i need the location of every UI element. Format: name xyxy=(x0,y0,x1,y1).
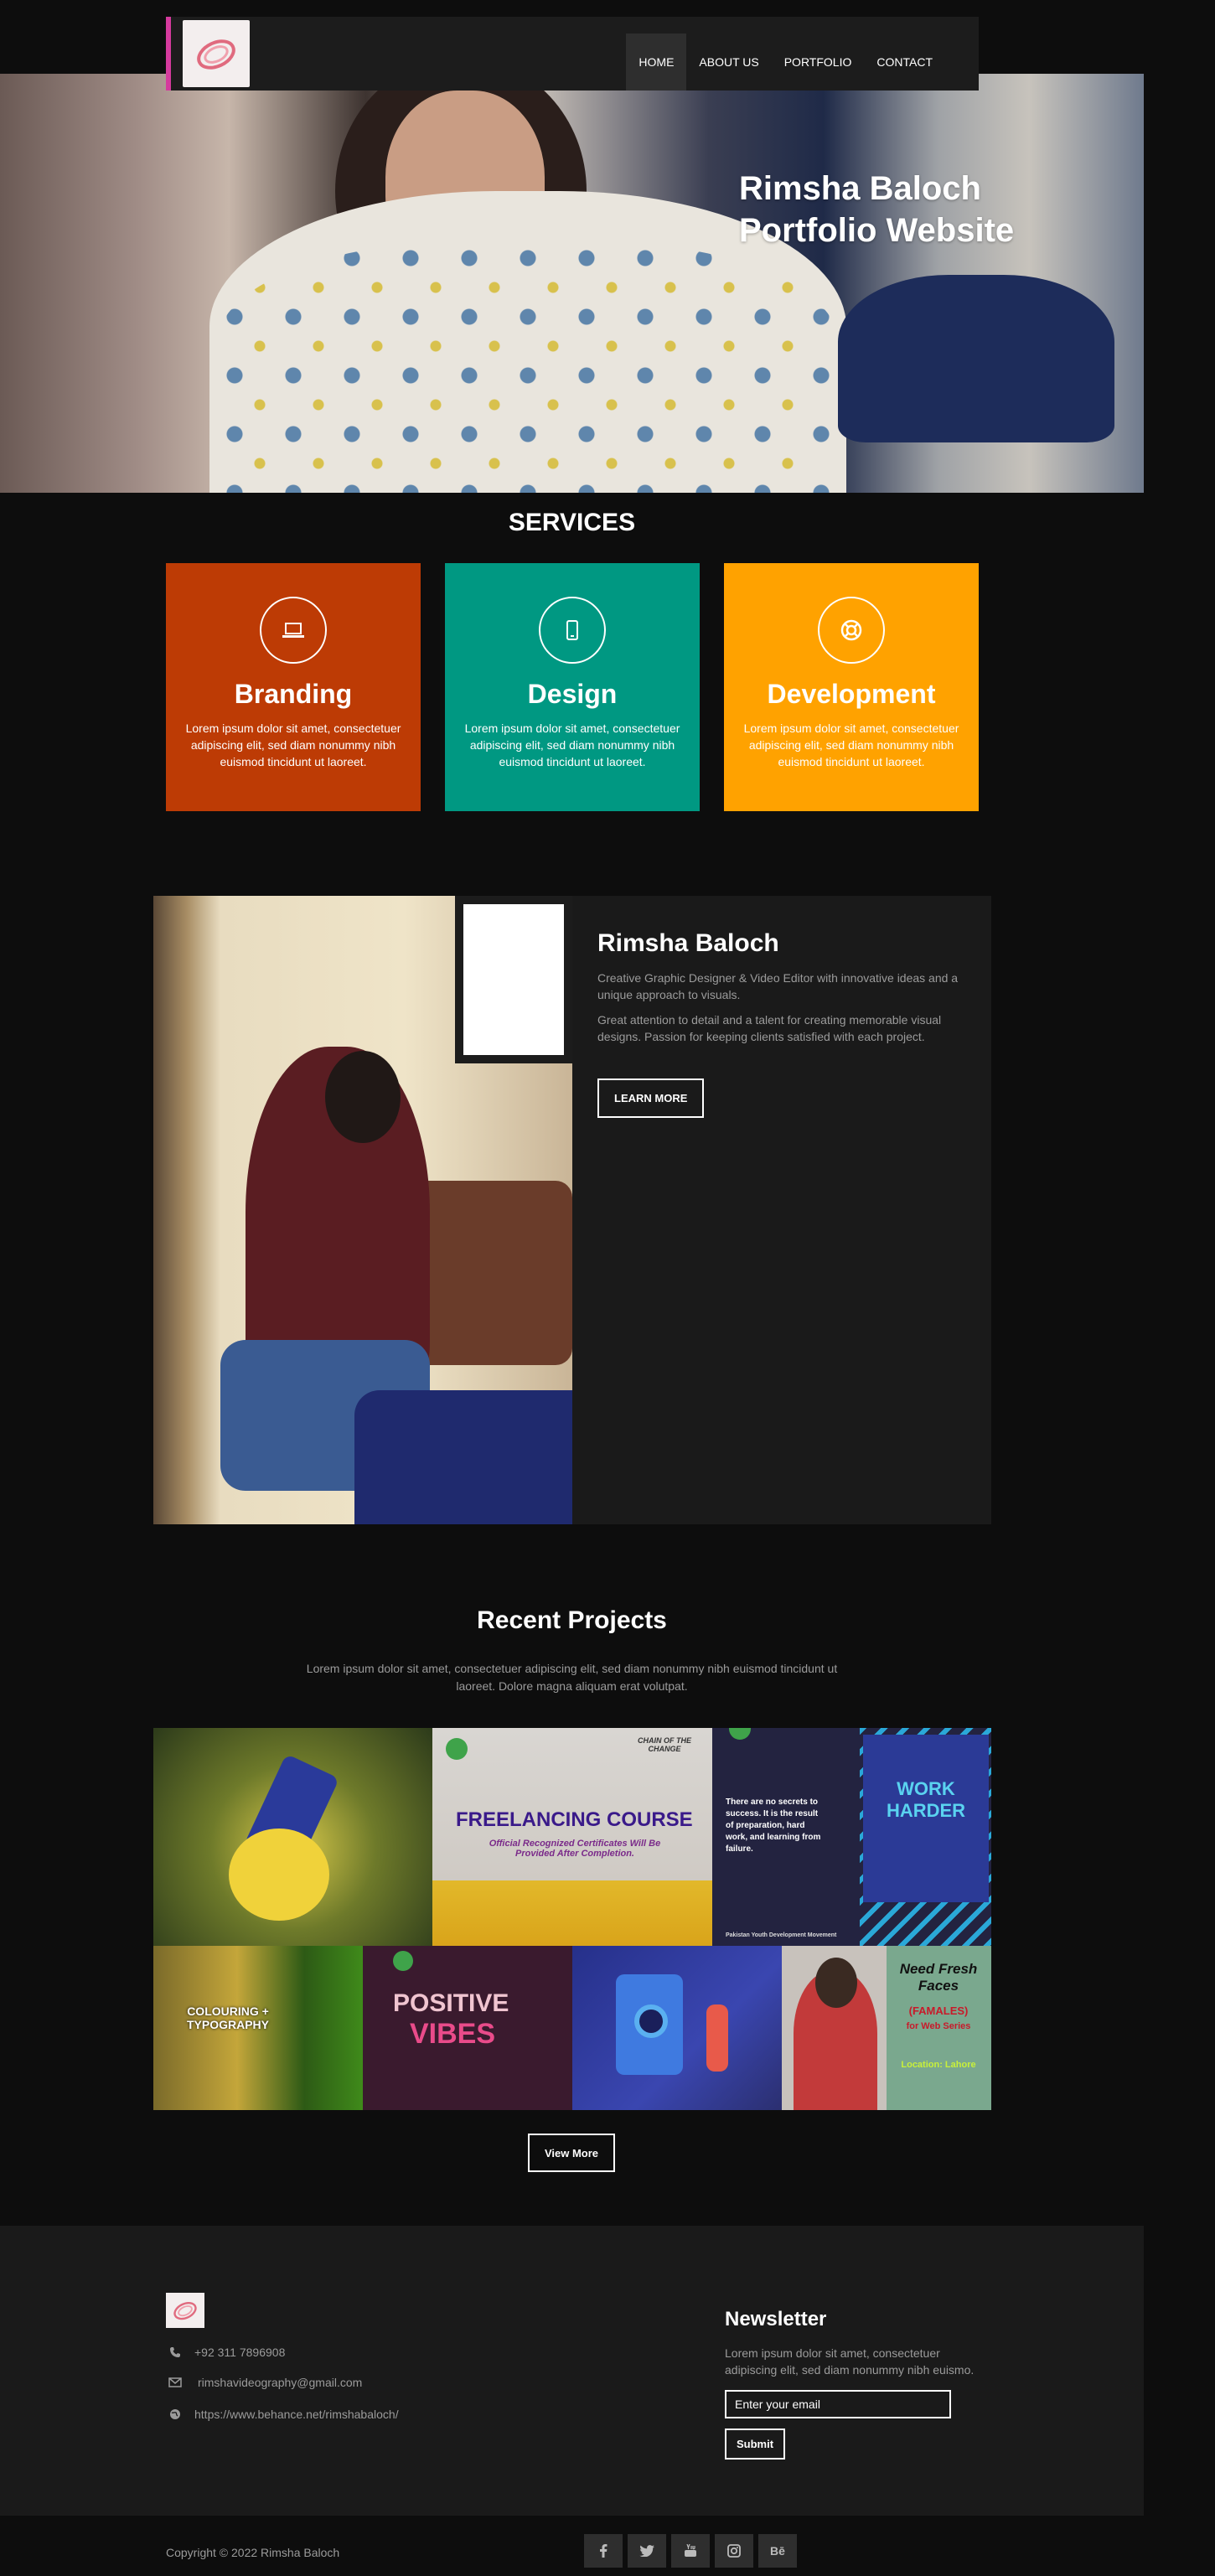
project-tile-casting[interactable]: Need Fresh Faces (FAMALES) for Web Serie… xyxy=(782,1946,991,2110)
contact-email: rimshavideography@gmail.com xyxy=(168,2376,362,2389)
hero-banner: Rimsha Baloch Portfolio Website xyxy=(0,74,1144,493)
badge-icon xyxy=(393,1951,413,1971)
behance-icon[interactable]: Bē xyxy=(758,2534,797,2568)
tile-headline: Need Fresh Faces xyxy=(899,1961,978,1994)
figure-shape xyxy=(706,2004,728,2072)
page: Rimsha Baloch Portfolio Website HOME ABO… xyxy=(0,0,1215,2576)
mobile-icon xyxy=(539,597,606,664)
about-para-1: Creative Graphic Designer & Video Editor… xyxy=(597,971,959,1001)
hero-title-line2: Portfolio Website xyxy=(739,212,1015,249)
tile-subline-2: for Web Series xyxy=(906,2021,971,2031)
tile-headline: FREELANCING COURSE xyxy=(456,1808,693,1831)
tile-headline: COLOURING + TYPOGRAPHY xyxy=(186,2004,269,2031)
twitter-icon[interactable] xyxy=(628,2534,666,2568)
newsletter-email-input[interactable]: Enter your email xyxy=(725,2390,951,2418)
speaker-icon xyxy=(634,2004,668,2038)
phone-icon xyxy=(168,2346,183,2358)
person-head xyxy=(325,1051,401,1143)
badge-icon xyxy=(446,1738,468,1760)
copyright: Copyright © 2022 Rimsha Baloch xyxy=(166,2546,340,2559)
newsletter-title: Newsletter xyxy=(725,2308,827,2330)
tile-subline: Official Recognized Certificates Will Be… xyxy=(489,1839,661,1859)
footer-logo[interactable] xyxy=(166,2293,204,2328)
service-card-design[interactable]: Design Lorem ipsum dolor sit amet, conse… xyxy=(445,563,700,811)
newsletter: Newsletter Lorem ipsum dolor sit amet, c… xyxy=(725,2308,976,2460)
footer: +92 311 7896908 rimshavideography@gmail.… xyxy=(0,2226,1144,2516)
navbar: HOME ABOUT US PORTFOLIO CONTACT xyxy=(166,17,979,91)
tile-headline-2: VIBES xyxy=(410,2018,496,2050)
newsletter-text: Lorem ipsum dolor sit amet, consectetuer… xyxy=(725,2346,975,2377)
newsletter-submit-button[interactable]: Submit xyxy=(725,2429,786,2460)
about-para-2: Great attention to detail and a talent f… xyxy=(597,1013,942,1043)
nav-item-home[interactable]: HOME xyxy=(626,34,687,91)
tile-subline: (FAMALES) xyxy=(908,2004,969,2017)
project-tile-freelancing[interactable]: CHAIN OF THE CHANGE FREELANCING COURSE O… xyxy=(432,1728,712,1946)
nav-item-portfolio[interactable]: PORTFOLIO xyxy=(772,34,865,91)
email-text[interactable]: rimshavideography@gmail.com xyxy=(198,2376,362,2389)
tile-footer-text: Pakistan Youth Development Movement xyxy=(726,1932,837,1938)
hero-title: Rimsha Baloch Portfolio Website xyxy=(739,168,1014,251)
project-tile-fanta[interactable] xyxy=(153,1728,432,1946)
nav-item-about[interactable]: ABOUT US xyxy=(686,34,771,91)
learn-more-button[interactable]: LEARN MORE xyxy=(597,1079,705,1118)
site-logo[interactable] xyxy=(183,20,250,87)
about-photo xyxy=(153,896,572,1524)
project-tile-work-harder[interactable]: There are no secrets to success. It is t… xyxy=(712,1728,991,1946)
logo-swirl-icon xyxy=(197,39,235,70)
service-card-development[interactable]: Development Lorem ipsum dolor sit amet, … xyxy=(724,563,979,811)
nav-menu: HOME ABOUT US PORTFOLIO CONTACT xyxy=(626,34,945,91)
wall-frame xyxy=(455,896,572,1063)
person-head xyxy=(815,1958,857,2008)
service-title: Development xyxy=(767,679,936,709)
about-name: Rimsha Baloch xyxy=(597,929,779,957)
youtube-icon[interactable] xyxy=(671,2534,710,2568)
view-more-button[interactable]: View More xyxy=(528,2134,615,2172)
tile-headline-1: POSITIVE xyxy=(393,1989,509,2017)
logo-swirl-icon xyxy=(173,2301,197,2320)
project-tile-marketing[interactable] xyxy=(572,1946,782,2110)
bottom-bar: Copyright © 2022 Rimsha Baloch Bē xyxy=(0,2516,1144,2576)
facebook-icon[interactable] xyxy=(584,2534,623,2568)
nav-item-contact[interactable]: CONTACT xyxy=(864,34,945,91)
website-link[interactable]: https://www.behance.net/rimshabaloch/ xyxy=(194,2408,399,2421)
contact-phone: +92 311 7896908 xyxy=(168,2346,285,2359)
service-text: Lorem ipsum dolor sit amet, consectetuer… xyxy=(185,722,401,768)
project-tile-positive-vibes[interactable]: POSITIVE VIBES xyxy=(363,1946,572,2110)
laptop-icon xyxy=(260,597,327,664)
globe-icon xyxy=(168,2408,183,2420)
social-links: Bē xyxy=(584,2534,797,2568)
services-title: SERVICES xyxy=(508,509,636,536)
blue-chair xyxy=(354,1390,572,1524)
projects-title: Recent Projects xyxy=(477,1606,667,1634)
phone-text[interactable]: +92 311 7896908 xyxy=(194,2346,285,2359)
tile-neon-text: WORK HARDER xyxy=(886,1778,966,1821)
about-info: Rimsha Baloch Creative Graphic Designer … xyxy=(597,929,966,1118)
lemon-shape xyxy=(229,1829,329,1921)
projects-subtitle: Lorem ipsum dolor sit amet, consectetuer… xyxy=(306,1662,838,1693)
service-text: Lorem ipsum dolor sit amet, consectetuer… xyxy=(743,722,959,768)
service-text: Lorem ipsum dolor sit amet, consectetuer… xyxy=(464,722,680,768)
envelope-icon xyxy=(168,2377,183,2387)
tile-location: Location: Lahore xyxy=(901,2060,976,2070)
service-title: Design xyxy=(527,679,618,709)
badge-icon xyxy=(729,1728,751,1740)
service-card-branding[interactable]: Branding Lorem ipsum dolor sit amet, con… xyxy=(166,563,421,811)
about-section: Rimsha Baloch Creative Graphic Designer … xyxy=(153,896,991,1524)
hero-shirt-pattern xyxy=(218,241,838,493)
instagram-icon[interactable] xyxy=(715,2534,753,2568)
service-title: Branding xyxy=(234,679,353,709)
hero-chair xyxy=(838,275,1114,442)
hero-title-line1: Rimsha Baloch xyxy=(739,170,981,207)
project-tile-colouring[interactable]: COLOURING + TYPOGRAPHY xyxy=(153,1946,363,2110)
nav-accent-bar xyxy=(166,17,171,91)
contact-website: https://www.behance.net/rimshabaloch/ xyxy=(168,2408,399,2421)
tile-corner-text: CHAIN OF THE CHANGE xyxy=(638,1736,691,1753)
tile-quote: There are no secrets to success. It is t… xyxy=(726,1798,821,1854)
life-ring-icon xyxy=(818,597,885,664)
